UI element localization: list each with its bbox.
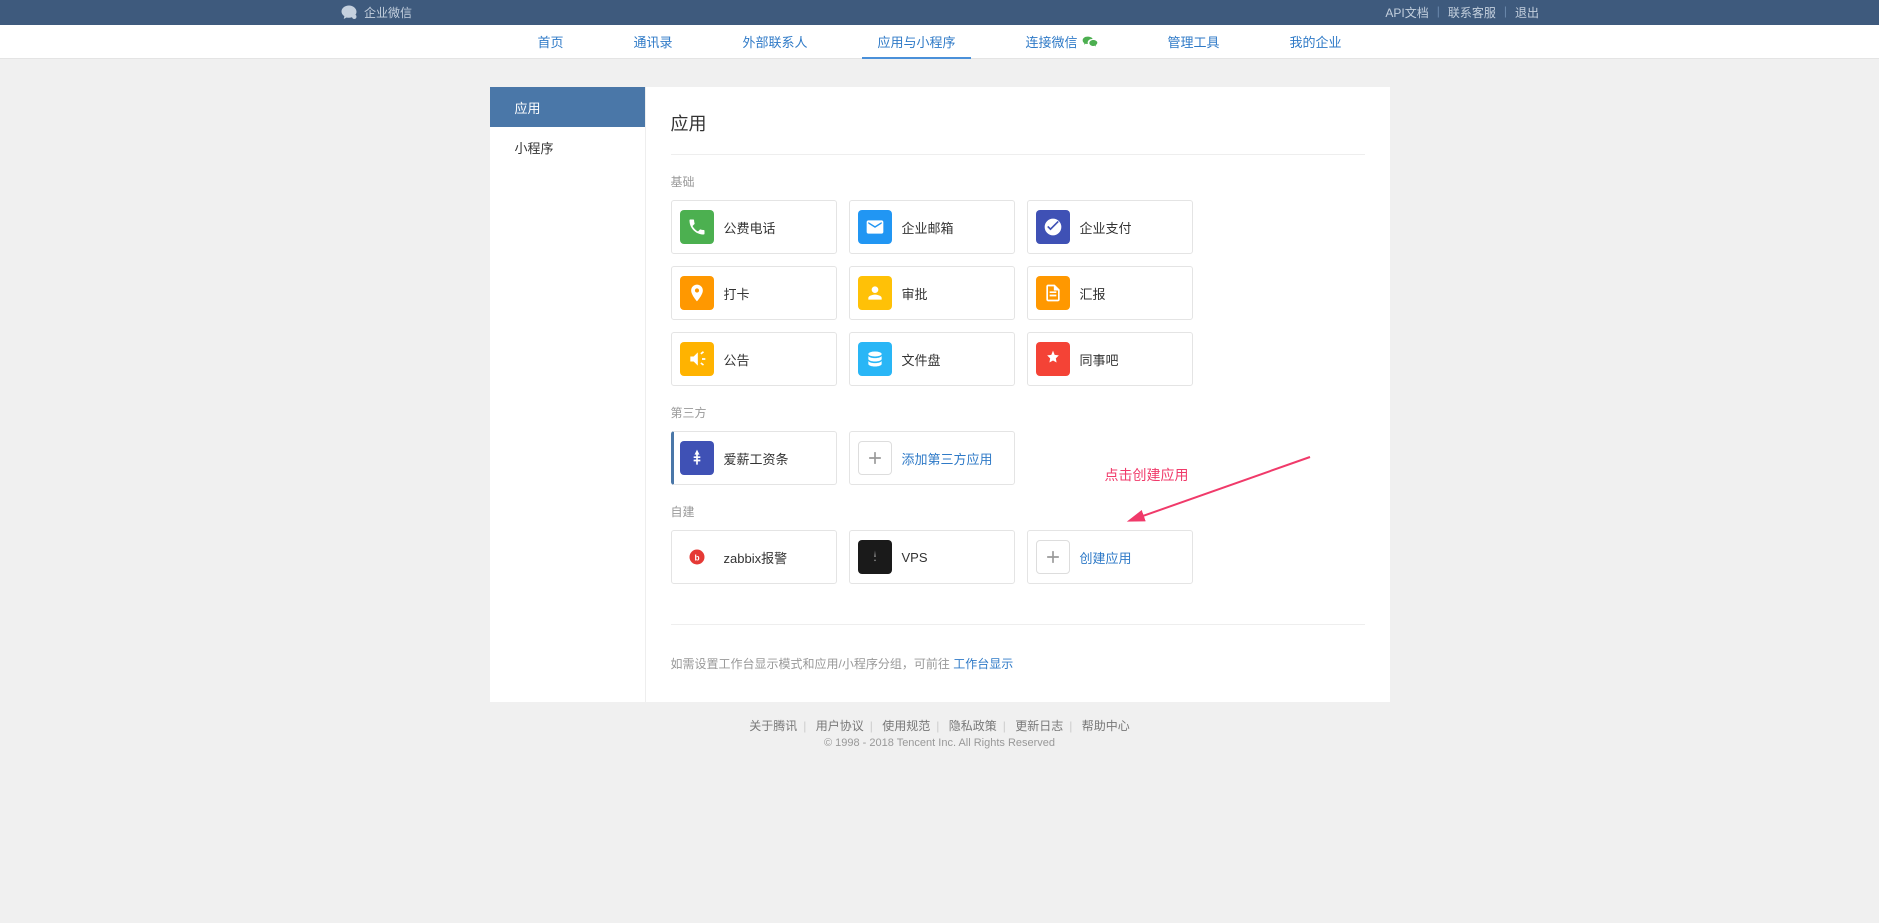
app-card-pay[interactable]: 企业支付	[1027, 200, 1193, 254]
app-name: 审批	[902, 284, 928, 303]
nav-connect[interactable]: 连接微信	[991, 25, 1133, 59]
nav-tools[interactable]: 管理工具	[1133, 25, 1255, 59]
nav-contacts[interactable]: 通讯录	[598, 25, 707, 59]
app-card-colleague[interactable]: 同事吧	[1027, 332, 1193, 386]
report-icon	[1036, 276, 1070, 310]
svg-text:b: b	[694, 552, 699, 562]
approve-icon	[858, 276, 892, 310]
app-name: 打卡	[724, 284, 750, 303]
app-card-report[interactable]: 汇报	[1027, 266, 1193, 320]
mail-icon	[858, 210, 892, 244]
vps-icon	[858, 540, 892, 574]
navbar: 首页 通讯录 外部联系人 应用与小程序 连接微信 管理工具 我的企业	[0, 25, 1879, 59]
plus-icon	[1036, 540, 1070, 574]
app-name: 公费电话	[724, 218, 776, 237]
app-name: 公告	[724, 350, 750, 369]
app-name: VPS	[902, 550, 928, 565]
announce-icon	[680, 342, 714, 376]
app-name: 同事吧	[1080, 350, 1119, 369]
section-basic-label: 基础	[671, 173, 1365, 190]
app-name: zabbix报警	[724, 548, 788, 567]
payroll-icon	[680, 441, 714, 475]
phone-icon	[680, 210, 714, 244]
section-third-label: 第三方	[671, 404, 1365, 421]
footer-changelog[interactable]: 更新日志	[1015, 719, 1063, 733]
app-name: 汇报	[1080, 284, 1106, 303]
copyright: © 1998 - 2018 Tencent Inc. All Rights Re…	[0, 737, 1879, 749]
footer-agreement[interactable]: 用户协议	[816, 719, 864, 733]
sidebar: 应用 小程序	[490, 87, 645, 702]
footer-privacy[interactable]: 隐私政策	[949, 719, 997, 733]
app-card-announce[interactable]: 公告	[671, 332, 837, 386]
plus-icon	[858, 441, 892, 475]
logout-link[interactable]: 退出	[1515, 4, 1539, 21]
app-name: 爱薪工资条	[724, 449, 789, 468]
brand-text: 企业微信	[364, 4, 412, 21]
add-third-party-button[interactable]: 添加第三方应用	[849, 431, 1015, 485]
footer-usage[interactable]: 使用规范	[882, 719, 930, 733]
app-card-mail[interactable]: 企业邮箱	[849, 200, 1015, 254]
workbench-link[interactable]: 工作台显示	[953, 657, 1013, 671]
zabbix-icon: b	[680, 540, 714, 574]
main-content: 应用 基础 公费电话 企业邮箱 企业支付 打卡	[645, 87, 1390, 702]
app-name: 文件盘	[902, 350, 941, 369]
nav-external[interactable]: 外部联系人	[707, 25, 842, 59]
sidebar-item-apps[interactable]: 应用	[490, 87, 645, 127]
colleague-icon	[1036, 342, 1070, 376]
footer-links: 关于腾讯| 用户协议| 使用规范| 隐私政策| 更新日志| 帮助中心	[0, 717, 1879, 734]
footer-about[interactable]: 关于腾讯	[749, 719, 797, 733]
create-label: 创建应用	[1080, 548, 1132, 567]
app-card-vps[interactable]: VPS	[849, 530, 1015, 584]
page-title: 应用	[671, 102, 1365, 155]
app-card-phone[interactable]: 公费电话	[671, 200, 837, 254]
pay-icon	[1036, 210, 1070, 244]
topbar: 企业微信 API文档 | 联系客服 | 退出	[0, 0, 1879, 25]
brand-logo-icon	[340, 4, 358, 22]
app-card-payroll[interactable]: 爱薪工资条	[671, 431, 837, 485]
section-self-label: 自建	[671, 503, 1365, 520]
app-card-zabbix[interactable]: b zabbix报警	[671, 530, 837, 584]
app-card-approve[interactable]: 审批	[849, 266, 1015, 320]
footer-note: 如需设置工作台显示模式和应用/小程序分组，可前往 工作台显示	[671, 624, 1365, 672]
drive-icon	[858, 342, 892, 376]
wechat-icon	[1082, 35, 1098, 49]
app-name: 企业支付	[1080, 218, 1132, 237]
create-app-button[interactable]: 创建应用	[1027, 530, 1193, 584]
nav-apps[interactable]: 应用与小程序	[842, 25, 990, 59]
checkin-icon	[680, 276, 714, 310]
app-card-drive[interactable]: 文件盘	[849, 332, 1015, 386]
app-card-checkin[interactable]: 打卡	[671, 266, 837, 320]
footer-help[interactable]: 帮助中心	[1082, 719, 1130, 733]
api-docs-link[interactable]: API文档	[1385, 4, 1428, 21]
nav-home[interactable]: 首页	[502, 25, 598, 59]
contact-link[interactable]: 联系客服	[1448, 4, 1496, 21]
nav-company[interactable]: 我的企业	[1255, 25, 1377, 59]
app-name: 企业邮箱	[902, 218, 954, 237]
sidebar-item-mini[interactable]: 小程序	[490, 127, 645, 167]
add-label: 添加第三方应用	[902, 449, 993, 468]
